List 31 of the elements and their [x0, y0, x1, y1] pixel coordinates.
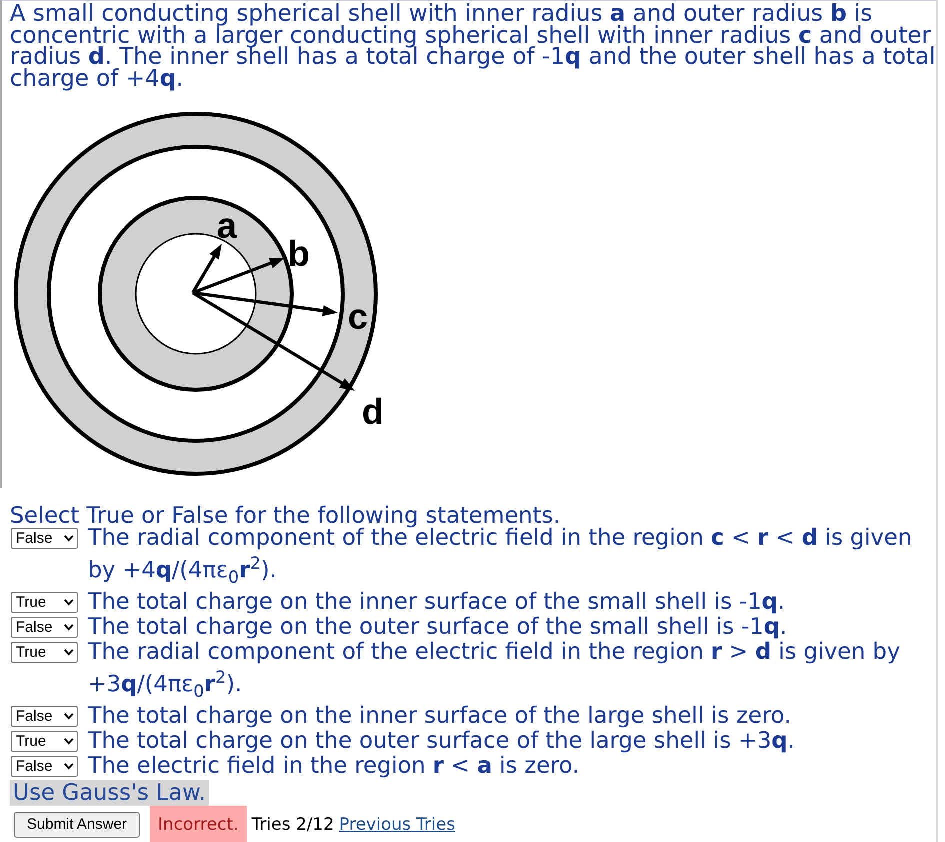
- answer-dropdown[interactable]: False: [11, 617, 78, 638]
- tries-count: Tries 2/12: [252, 814, 334, 834]
- answer-dropdown[interactable]: False: [11, 756, 78, 777]
- statement-text: The total charge on the inner surface of the large shell is zero.: [88, 704, 792, 729]
- submit-button[interactable]: Submit Answer: [14, 812, 140, 838]
- chevron-down-icon: [64, 649, 74, 656]
- chevron-down-icon: [64, 738, 74, 745]
- statement-text: The radial component of the electric field in the region r > d is given by +3q/(4πε$_{0}$r$^{2}$).: [88, 640, 902, 703]
- answer-dropdown[interactable]: True: [11, 642, 78, 663]
- chevron-down-icon: [64, 624, 74, 631]
- chevron-down-icon: [64, 713, 74, 720]
- statement-text: The total charge on the outer surface of the large shell is +3q.: [88, 729, 796, 754]
- statement-text: The total charge on the outer surface of the small shell is -1q.: [88, 615, 788, 640]
- answer-dropdown[interactable]: True: [11, 731, 78, 752]
- hint-text: Use Gauss's Law.: [10, 780, 209, 806]
- chevron-down-icon: [64, 599, 74, 606]
- radius-label: a: [217, 205, 238, 246]
- statement-text: The electric field in the region r < a is zero.: [88, 754, 581, 779]
- answer-dropdown[interactable]: False: [11, 706, 78, 727]
- radius-label: c: [348, 296, 368, 337]
- radius-label: b: [288, 233, 310, 274]
- radius-label: d: [362, 391, 384, 432]
- answer-dropdown[interactable]: False: [11, 528, 78, 549]
- previous-tries-link[interactable]: Previous Tries: [339, 814, 456, 834]
- statement-text: The total charge on the inner surface of the small shell is -1q.: [88, 590, 786, 615]
- instructions-text: Select True or False for the following statements.: [10, 506, 562, 526]
- result-message: Incorrect.: [150, 806, 247, 842]
- problem-text: A small conducting spherical shell with inner radius a and outer radius b is concentric with a larger conducting spherical shell with inner radius c and outer radius d. The inner shell has a total charge of -1q and the outer shell has a total charge of +4q.: [10, 4, 936, 90]
- chevron-down-icon: [64, 535, 74, 542]
- answer-dropdown[interactable]: True: [11, 592, 78, 613]
- chevron-down-icon: [64, 763, 74, 770]
